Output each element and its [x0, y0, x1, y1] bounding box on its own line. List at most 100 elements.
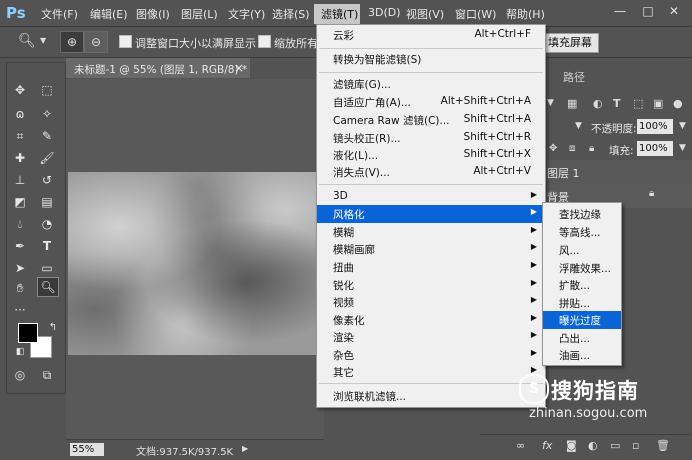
path-selection-tool-icon[interactable]: ➤ — [10, 259, 30, 277]
adjustment-layer-icon[interactable]: ◐ — [588, 439, 598, 452]
menu-edit[interactable]: 编辑(E) — [90, 6, 128, 22]
menu-item-liquify[interactable]: 液化(L)... Shift+Ctrl+X — [317, 146, 545, 164]
zoom-all-checkbox[interactable] — [258, 35, 271, 48]
new-layer-icon[interactable]: ▫ — [632, 439, 639, 452]
chevron-down-icon[interactable]: ▼ — [679, 121, 686, 131]
lasso-tool-icon[interactable]: ɷ — [10, 105, 30, 123]
filter-toggle-icon[interactable]: ● — [673, 97, 683, 110]
submenu-item-extrude[interactable]: 凸出... — [543, 329, 621, 347]
healing-brush-tool-icon[interactable]: ✚ — [10, 149, 30, 167]
fill-screen-button[interactable]: 填充屏幕 — [541, 33, 599, 53]
menu-item-browse-filters-online[interactable]: 浏览联机滤镜... — [317, 387, 545, 405]
menu-item-video[interactable]: 视频 ▶ — [317, 293, 545, 311]
chevron-down-icon[interactable]: ▼ — [679, 143, 686, 153]
menu-item-filter-gallery[interactable]: 滤镜库(G)... — [317, 75, 545, 93]
adjustment-filter-icon[interactable]: ◐ — [593, 97, 603, 110]
type-tool-icon[interactable]: T — [37, 237, 57, 255]
submenu-item-diffuse[interactable]: 扩散... — [543, 276, 621, 294]
menu-item-blur-gallery[interactable]: 模糊画廊 ▶ — [317, 240, 545, 258]
dodge-tool-icon[interactable]: ◔ — [37, 215, 57, 233]
tab-paths[interactable]: 路径 — [563, 66, 585, 90]
close-tab-icon[interactable]: × — [234, 61, 244, 75]
menu-view[interactable]: 视图(V) — [406, 6, 444, 22]
menu-item-3d[interactable]: 3D ▶ — [317, 188, 545, 206]
menu-file[interactable]: 文件(F) — [41, 6, 78, 22]
pen-tool-icon[interactable]: ✒ — [10, 237, 30, 255]
menu-item-lens-correction[interactable]: 镜头校正(R)... Shift+Ctrl+R — [317, 129, 545, 147]
close-icon[interactable]: ✕ — [664, 4, 684, 20]
menu-type[interactable]: 文字(Y) — [228, 6, 265, 22]
zoom-out-mode-button[interactable]: ⊖ — [84, 31, 108, 53]
menu-item-distort[interactable]: 扭曲 ▶ — [317, 258, 545, 276]
brush-tool-icon[interactable]: 🖌︎ — [37, 149, 57, 167]
move-tool-icon[interactable]: ✥ — [10, 81, 30, 99]
zoom-tool-icon[interactable]: 🔍︎ — [37, 277, 59, 297]
gradient-tool-icon[interactable]: ▤ — [37, 193, 57, 211]
swap-colors-icon[interactable]: ↰ — [43, 319, 63, 337]
document-tab[interactable]: 未标题-1 @ 55% (图层 1, RGB/8) * × — [66, 58, 250, 78]
menu-item-blur[interactable]: 模糊 ▶ — [317, 223, 545, 241]
new-group-icon[interactable]: ▭ — [610, 439, 620, 452]
menu-item-sharpen[interactable]: 锐化 ▶ — [317, 276, 545, 294]
maximize-icon[interactable]: □ — [638, 4, 658, 20]
smart-object-filter-icon[interactable]: ▣ — [653, 97, 663, 110]
opacity-field[interactable]: 100% — [637, 119, 673, 134]
canvas-clouds-image[interactable] — [68, 172, 324, 355]
menu-item-vanishing-point[interactable]: 消失点(V)... Alt+Ctrl+V — [317, 163, 545, 181]
pixel-filter-icon[interactable]: ▦ — [567, 97, 577, 110]
menu-help[interactable]: 帮助(H) — [506, 6, 545, 22]
menu-item-stylize[interactable]: 风格化 ▶ — [317, 205, 545, 223]
menu-item-adaptive-wide-angle[interactable]: 自适应广角(A)... Alt+Shift+Ctrl+A — [317, 93, 545, 111]
clone-stamp-tool-icon[interactable]: ⊥ — [10, 171, 30, 189]
menu-item-clouds[interactable]: 云彩 Alt+Ctrl+F — [317, 26, 545, 44]
menu-item-other[interactable]: 其它 ▶ — [317, 363, 545, 381]
foreground-color-swatch[interactable] — [18, 323, 38, 343]
menu-layer[interactable]: 图层(L) — [181, 6, 218, 22]
lock-artboard-icon[interactable]: ⧈ — [569, 143, 575, 154]
zoom-level-field[interactable]: 55% — [70, 443, 104, 456]
submenu-item-wind[interactable]: 风... — [543, 241, 621, 259]
chevron-down-icon[interactable]: ▼ — [575, 121, 582, 131]
menu-filter[interactable]: 滤镜(T) — [314, 4, 360, 24]
chevron-down-icon[interactable]: ▼ — [40, 36, 46, 45]
menu-3d[interactable]: 3D(D) — [368, 6, 401, 19]
rectangle-tool-icon[interactable]: ▭ — [37, 259, 57, 277]
chevron-down-icon[interactable]: ▼ — [547, 98, 554, 108]
magic-wand-tool-icon[interactable]: ✧ — [37, 105, 57, 123]
hand-tool-icon[interactable]: ✋︎ — [10, 279, 30, 297]
submenu-item-tiles[interactable]: 拼贴... — [543, 294, 621, 312]
submenu-item-emboss[interactable]: 浮雕效果... — [543, 259, 621, 277]
more-tools-icon[interactable]: ··· — [10, 301, 30, 319]
submenu-item-solarize[interactable]: 曝光过度 — [543, 311, 621, 329]
menu-item-convert-smart-filter[interactable]: 转换为智能滤镜(S) — [317, 50, 545, 68]
submenu-item-oil-paint[interactable]: 油画... — [543, 346, 621, 364]
add-mask-icon[interactable]: ◙ — [566, 439, 577, 452]
default-colors-icon[interactable]: ◧ — [10, 343, 30, 361]
resize-windows-checkbox[interactable] — [119, 35, 132, 48]
marquee-tool-icon[interactable]: ⬚ — [37, 81, 57, 99]
layer-row[interactable]: 图层 1 — [545, 160, 692, 184]
history-brush-tool-icon[interactable]: ↺ — [37, 171, 57, 189]
menu-select[interactable]: 选择(S) — [272, 6, 310, 22]
submenu-item-contour[interactable]: 等高线... — [543, 223, 621, 241]
menu-window[interactable]: 窗口(W) — [455, 6, 496, 22]
screen-mode-icon[interactable]: ⧉ — [37, 366, 57, 384]
menu-image[interactable]: 图像(I) — [136, 6, 170, 22]
layer-style-icon[interactable]: fx — [542, 439, 552, 452]
menu-item-pixelate[interactable]: 像素化 ▶ — [317, 311, 545, 329]
photoshop-logo-icon[interactable]: Ps — [6, 4, 30, 22]
minimize-icon[interactable]: — — [610, 4, 630, 20]
blur-tool-icon[interactable]: 💧︎ — [10, 215, 30, 233]
quick-mask-icon[interactable]: ◎ — [10, 366, 30, 384]
menu-item-render[interactable]: 渲染 ▶ — [317, 328, 545, 346]
zoom-tool-preset-icon[interactable]: 🔍︎ — [18, 33, 36, 49]
eraser-tool-icon[interactable]: ◩ — [10, 193, 30, 211]
menu-item-noise[interactable]: 杂色 ▶ — [317, 346, 545, 364]
eyedropper-tool-icon[interactable]: ✎ — [37, 127, 57, 145]
lock-position-icon[interactable]: ✥ — [549, 143, 557, 154]
crop-tool-icon[interactable]: ⌗ — [10, 127, 30, 145]
status-arrow-icon[interactable]: ▶ — [242, 444, 248, 453]
lock-all-icon[interactable]: 🔒︎ — [589, 143, 594, 154]
fill-field[interactable]: 100% — [637, 141, 673, 156]
menu-item-camera-raw[interactable]: Camera Raw 滤镜(C)... Shift+Ctrl+A — [317, 111, 545, 129]
